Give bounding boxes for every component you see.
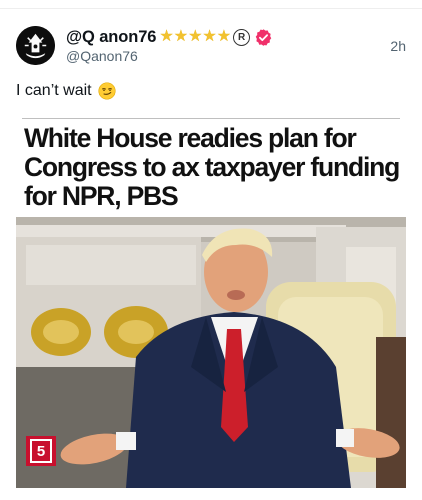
star-icon: ★ xyxy=(173,28,189,45)
news-photo[interactable]: 5 xyxy=(16,217,406,488)
news-logo-text: 5 xyxy=(30,439,52,463)
name-row: @Q anon76 ★ ★ ★ ★ ★ R xyxy=(66,26,273,48)
smirking-face-icon xyxy=(98,82,116,100)
avatar-image xyxy=(16,26,55,65)
top-divider xyxy=(0,8,422,9)
star-icon: ★ xyxy=(202,28,217,45)
star-icon: ★ xyxy=(216,28,232,45)
news-logo-badge: 5 xyxy=(26,436,56,466)
display-name[interactable]: @Q anon76 xyxy=(66,28,156,47)
timestamp[interactable]: 2h xyxy=(390,38,406,54)
verified-badge-icon xyxy=(255,28,272,46)
avatar[interactable] xyxy=(16,26,55,65)
star-rating: ★ ★ ★ ★ ★ xyxy=(159,29,231,45)
media-card[interactable]: White House readies plan for Congress to… xyxy=(16,118,406,488)
star-icon: ★ xyxy=(188,28,203,45)
article-headline: White House readies plan for Congress to… xyxy=(24,123,400,211)
tweet-text: I can’t wait xyxy=(16,82,92,99)
registered-icon: R xyxy=(233,28,251,46)
handle[interactable]: @Qanon76 xyxy=(66,48,138,64)
media-rule xyxy=(22,118,400,119)
tweet-text-row: I can’t wait xyxy=(16,82,116,100)
star-icon: ★ xyxy=(159,28,174,45)
photo-illustration xyxy=(16,217,406,488)
